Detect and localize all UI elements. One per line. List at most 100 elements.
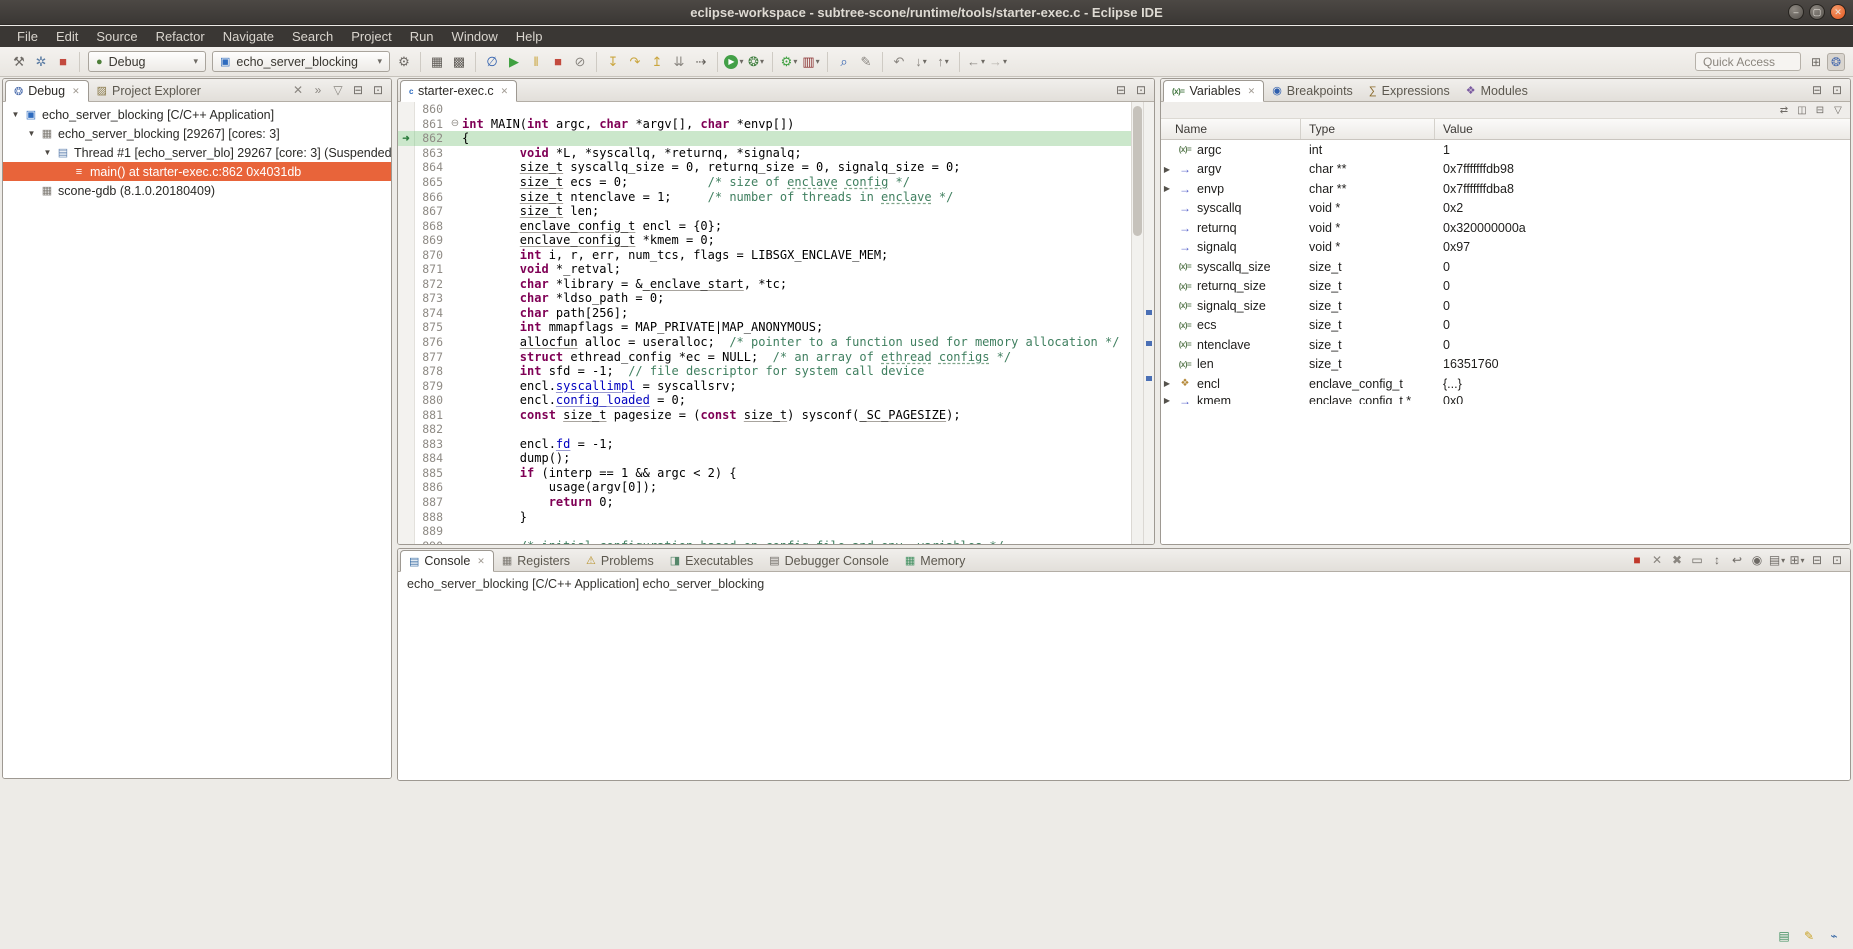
menu-search[interactable]: Search bbox=[283, 28, 342, 45]
code-line[interactable]: 888 } bbox=[398, 509, 1131, 524]
tab-debug[interactable]: ❂Debug✕ bbox=[5, 80, 89, 102]
menu-project[interactable]: Project bbox=[342, 28, 400, 45]
code-line[interactable]: 884 dump(); bbox=[398, 451, 1131, 466]
search-icon[interactable]: ⌕ bbox=[833, 50, 855, 74]
remove-all-terminated-icon[interactable]: ✕ bbox=[289, 81, 307, 99]
instruction-pointer-icon[interactable]: ➜ bbox=[398, 131, 415, 146]
menu-file[interactable]: File bbox=[8, 28, 47, 45]
code-line[interactable]: 883 encl.fd = -1; bbox=[398, 437, 1131, 452]
gutter-cell[interactable] bbox=[398, 335, 415, 350]
menu-refactor[interactable]: Refactor bbox=[147, 28, 214, 45]
close-icon[interactable]: ✕ bbox=[1248, 86, 1256, 97]
tab-variables[interactable]: (x)=Variables✕ bbox=[1163, 80, 1264, 102]
toggle-mark-occurrences-icon[interactable]: ✎ bbox=[855, 50, 877, 74]
variable-row[interactable]: ▶❖enclenclave_config_t{...} bbox=[1161, 374, 1850, 394]
debug-combo[interactable]: ●Debug▾ bbox=[88, 51, 206, 72]
debug-tree-row[interactable]: ▦scone-gdb (8.1.0.20180409) bbox=[3, 181, 391, 200]
back-icon[interactable]: ←▾ bbox=[965, 50, 987, 74]
tab-breakpoints[interactable]: ◉Breakpoints bbox=[1264, 80, 1361, 101]
gutter-cell[interactable] bbox=[398, 189, 415, 204]
gutter-cell[interactable] bbox=[398, 509, 415, 524]
gutter-cell[interactable] bbox=[398, 495, 415, 510]
expander-icon[interactable]: ▼ bbox=[9, 110, 22, 119]
maximize-panel-icon[interactable]: ⊡ bbox=[1828, 551, 1846, 569]
show-logical-structures-icon[interactable]: ◫ bbox=[1794, 103, 1810, 118]
gutter-cell[interactable] bbox=[398, 306, 415, 321]
gutter-cell[interactable] bbox=[398, 538, 415, 544]
menu-help[interactable]: Help bbox=[507, 28, 552, 45]
terminate-debug-icon[interactable]: ■ bbox=[547, 50, 569, 74]
menu-source[interactable]: Source bbox=[87, 28, 146, 45]
variable-row[interactable]: ▶→envpchar **0x7fffffffdba8 bbox=[1161, 179, 1850, 199]
code-line[interactable]: ➜862{ bbox=[398, 131, 1131, 146]
code-editor[interactable]: 860861⊖int MAIN(int argc, char *argv[], … bbox=[398, 102, 1154, 544]
close-icon[interactable]: ✕ bbox=[477, 556, 485, 567]
maximize-button[interactable]: ▢ bbox=[1809, 4, 1825, 20]
clear-console-icon[interactable]: ▭ bbox=[1688, 551, 1706, 569]
variable-row[interactable]: (x)=argcint1 bbox=[1161, 140, 1850, 160]
gutter-cell[interactable] bbox=[398, 146, 415, 161]
code-line[interactable]: 887 return 0; bbox=[398, 495, 1131, 510]
code-line[interactable]: 879 encl.syscallimpl = syscallsrv; bbox=[398, 378, 1131, 393]
gutter-cell[interactable] bbox=[398, 218, 415, 233]
code-line[interactable]: 865 size_t ecs = 0; /* size of enclave c… bbox=[398, 175, 1131, 190]
status-notifications-icon[interactable]: ⌁ bbox=[1825, 927, 1843, 945]
tab-expressions[interactable]: ∑Expressions bbox=[1361, 80, 1458, 101]
maximize-panel-icon[interactable]: ⊡ bbox=[1132, 81, 1150, 99]
maximize-panel-icon[interactable]: ⊡ bbox=[1828, 81, 1846, 99]
tab-registers[interactable]: ▦Registers bbox=[494, 550, 578, 571]
expander-icon[interactable]: ▼ bbox=[25, 129, 38, 138]
display-selected-console-icon[interactable]: ▤▾ bbox=[1768, 551, 1786, 569]
code-line[interactable]: 870 int i, r, err, num_tcs, flags = LIBS… bbox=[398, 247, 1131, 262]
gutter-cell[interactable] bbox=[398, 349, 415, 364]
debug-tree-row[interactable]: ▼▣echo_server_blocking [C/C++ Applicatio… bbox=[3, 105, 391, 124]
column-header-type[interactable]: Type bbox=[1301, 119, 1435, 139]
menu-edit[interactable]: Edit bbox=[47, 28, 87, 45]
word-wrap-icon[interactable]: ↩ bbox=[1728, 551, 1746, 569]
debug-tree-row[interactable]: ▼▦echo_server_blocking [29267] [cores: 3… bbox=[3, 124, 391, 143]
save-icon[interactable]: ▦ bbox=[426, 50, 448, 74]
variable-row[interactable]: (x)=ntenclavesize_t0 bbox=[1161, 335, 1850, 355]
tab-modules[interactable]: ❖Modules bbox=[1458, 80, 1536, 101]
debug-perspective-icon[interactable]: ❂ bbox=[1827, 53, 1845, 71]
scrollbar-thumb[interactable] bbox=[1133, 106, 1142, 236]
step-return-icon[interactable]: ↥ bbox=[646, 50, 668, 74]
instruction-stepping-icon[interactable]: ⇢ bbox=[690, 50, 712, 74]
gutter-cell[interactable] bbox=[398, 437, 415, 452]
show-type-names-icon[interactable]: ⇄ bbox=[1776, 103, 1792, 118]
code-line[interactable]: 881 const size_t pagesize = (const size_… bbox=[398, 407, 1131, 422]
open-perspective-icon[interactable]: ⊞ bbox=[1807, 53, 1825, 71]
code-line[interactable]: 877 struct ethread_config *ec = NULL; /*… bbox=[398, 349, 1131, 364]
code-line[interactable]: 874 char path[256]; bbox=[398, 306, 1131, 321]
next-annotation-icon[interactable]: ↓▾ bbox=[910, 50, 932, 74]
launch-settings-gear-icon[interactable]: ⚙ bbox=[393, 50, 415, 74]
new-wizard-icon[interactable]: ✲ bbox=[30, 50, 52, 74]
step-over-icon[interactable]: ↷ bbox=[624, 50, 646, 74]
terminate-icon[interactable]: ■ bbox=[52, 50, 74, 74]
coverage-icon[interactable]: ▥▾ bbox=[800, 50, 822, 74]
collapse-all-icon[interactable]: ⊟ bbox=[1812, 103, 1828, 118]
column-header-value[interactable]: Value bbox=[1435, 119, 1850, 139]
debug-tree-row[interactable]: ▼▤Thread #1 [echo_server_blo] 29267 [cor… bbox=[3, 143, 391, 162]
code-line[interactable]: 886 usage(argv[0]); bbox=[398, 480, 1131, 495]
suspend-icon[interactable]: ‖ bbox=[525, 50, 547, 74]
resume-icon[interactable]: ▶ bbox=[503, 50, 525, 74]
gutter-cell[interactable] bbox=[398, 233, 415, 248]
variable-row[interactable]: ▶→kmemenclave_config_t *0x0 bbox=[1161, 394, 1850, 404]
maximize-panel-icon[interactable]: ⊡ bbox=[369, 81, 387, 99]
last-edit-location-icon[interactable]: ↶ bbox=[888, 50, 910, 74]
pin-console-icon[interactable]: ◉ bbox=[1748, 551, 1766, 569]
gutter-cell[interactable] bbox=[398, 102, 415, 117]
gutter-cell[interactable] bbox=[398, 175, 415, 190]
code-line[interactable]: 872 char *library = &_enclave_start, *tc… bbox=[398, 277, 1131, 292]
gutter-cell[interactable] bbox=[398, 480, 415, 495]
gutter-cell[interactable] bbox=[398, 320, 415, 335]
build-hammer-icon[interactable]: ⚒ bbox=[8, 50, 30, 74]
minimize-panel-icon[interactable]: ⊟ bbox=[1808, 81, 1826, 99]
gutter-cell[interactable] bbox=[398, 422, 415, 437]
code-line[interactable]: 890 /* initial configuration based on co… bbox=[398, 538, 1131, 544]
variable-row[interactable]: (x)=returnq_sizesize_t0 bbox=[1161, 277, 1850, 297]
gutter-cell[interactable] bbox=[398, 393, 415, 408]
minimize-panel-icon[interactable]: ⊟ bbox=[349, 81, 367, 99]
view-menu-icon[interactable]: ▽ bbox=[329, 81, 347, 99]
